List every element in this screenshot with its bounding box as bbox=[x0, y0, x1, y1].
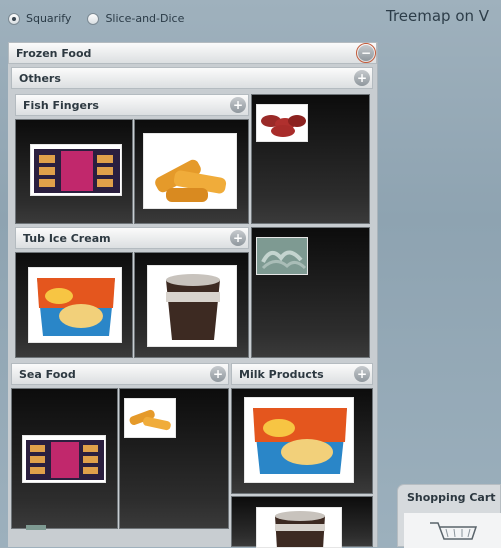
squarify-label[interactable]: Squarify bbox=[26, 12, 71, 25]
group-label: Sea Food bbox=[19, 367, 76, 381]
fish-fingers-box-image bbox=[30, 144, 122, 196]
shopping-cart-title: Shopping Cart bbox=[407, 491, 496, 504]
prawns-image bbox=[256, 237, 308, 275]
product-tile[interactable] bbox=[119, 388, 229, 529]
expand-icon[interactable]: + bbox=[354, 366, 370, 382]
dark-tub-image bbox=[256, 507, 342, 548]
product-tile[interactable] bbox=[231, 388, 373, 494]
group-label: Others bbox=[19, 71, 61, 85]
treemap-panel: Frozen Food − Others + Fish Fingers + Tu… bbox=[8, 42, 378, 548]
product-tile[interactable] bbox=[15, 119, 133, 224]
group-header-others[interactable]: Others + bbox=[11, 67, 373, 89]
meat-patties-image bbox=[256, 104, 308, 142]
group-header-frozen-food[interactable]: Frozen Food − bbox=[8, 42, 377, 64]
expand-icon[interactable]: + bbox=[230, 97, 246, 113]
group-header-fish-fingers[interactable]: Fish Fingers + bbox=[15, 94, 249, 116]
ice-cream-tub-image bbox=[28, 267, 122, 343]
group-label: Milk Products bbox=[239, 367, 324, 381]
layout-toolbar: Squarify Slice-and-Dice Treemap on V bbox=[0, 0, 501, 40]
expand-icon[interactable]: + bbox=[230, 230, 246, 246]
group-label: Fish Fingers bbox=[23, 98, 99, 112]
group-header-tub-ice-cream[interactable]: Tub Ice Cream + bbox=[15, 227, 249, 249]
group-header-sea-food[interactable]: Sea Food + bbox=[11, 363, 229, 385]
slice-and-dice-radio[interactable] bbox=[87, 12, 100, 25]
product-tile[interactable] bbox=[15, 252, 133, 358]
product-tile[interactable] bbox=[134, 119, 249, 224]
collapse-icon[interactable]: − bbox=[356, 43, 376, 63]
product-partial-image bbox=[26, 525, 46, 530]
product-tile[interactable] bbox=[251, 94, 370, 224]
page-title: Treemap on V bbox=[386, 7, 490, 25]
product-tile[interactable] bbox=[251, 227, 370, 358]
fish-fingers-small-image bbox=[124, 398, 176, 438]
slice-and-dice-label[interactable]: Slice-and-Dice bbox=[105, 12, 184, 25]
group-label: Frozen Food bbox=[16, 46, 92, 60]
expand-icon[interactable]: + bbox=[210, 366, 226, 382]
shopping-cart-body[interactable] bbox=[404, 513, 501, 548]
cart-icon bbox=[430, 522, 478, 540]
seafood-box-image bbox=[22, 435, 106, 483]
ice-cream-tub-image bbox=[244, 397, 354, 483]
product-tile[interactable] bbox=[231, 496, 373, 548]
product-tile[interactable] bbox=[134, 252, 249, 358]
dark-ice-cream-tub-image bbox=[147, 265, 237, 347]
product-tile[interactable] bbox=[11, 388, 118, 530]
layout-radio-group: Squarify Slice-and-Dice bbox=[8, 12, 194, 25]
group-header-milk-products[interactable]: Milk Products + bbox=[231, 363, 373, 385]
fish-fingers-closeup-image bbox=[143, 133, 237, 209]
shopping-cart-panel[interactable]: Shopping Cart bbox=[397, 484, 501, 548]
squarify-radio[interactable] bbox=[8, 12, 20, 25]
expand-icon[interactable]: + bbox=[354, 70, 370, 86]
group-label: Tub Ice Cream bbox=[23, 231, 111, 245]
